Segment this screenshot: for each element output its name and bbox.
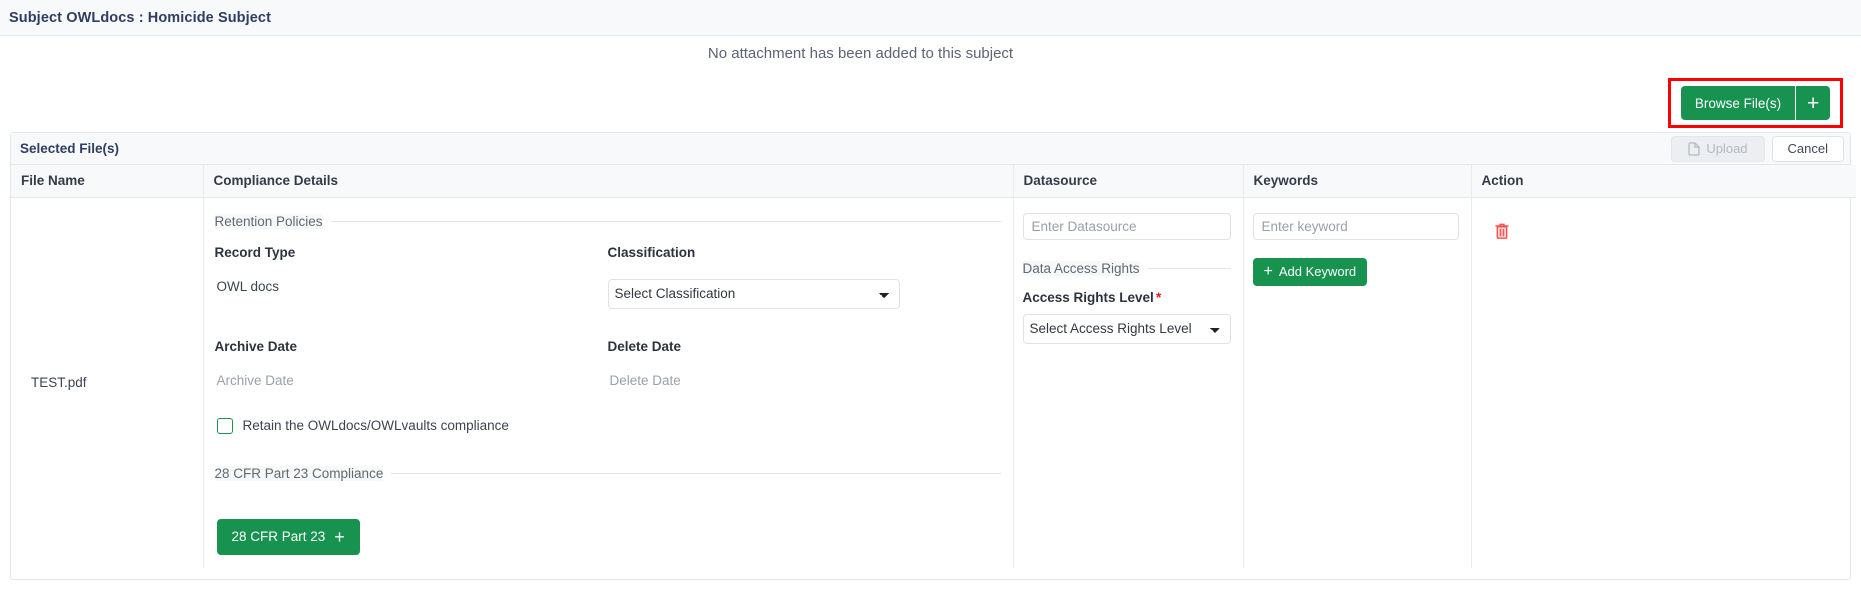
- file-name-text: TEST.pdf: [31, 375, 87, 390]
- plus-icon: +: [1263, 262, 1273, 280]
- selected-files-panel-header: Selected File(s) Upload Cancel: [11, 133, 1850, 165]
- delete-date-input[interactable]: Delete Date: [608, 373, 1001, 388]
- record-type-field: Record Type OWL docs: [215, 245, 608, 309]
- browse-plus-icon[interactable]: +: [1796, 86, 1831, 120]
- page-title: Subject OWLdocs : Homicide Subject: [9, 9, 272, 26]
- plus-icon: +: [334, 526, 345, 547]
- record-type-label: Record Type: [214, 244, 296, 260]
- column-header-compliance-details: Compliance Details: [203, 165, 1014, 198]
- archive-date-input[interactable]: Archive Date: [215, 373, 608, 388]
- selected-files-panel: Selected File(s) Upload Cancel File Name…: [10, 132, 1856, 580]
- record-type-value: OWL docs: [216, 278, 280, 294]
- column-header-file-name: File Name: [11, 165, 204, 198]
- retain-compliance-row: Retain the OWLdocs/OWLvaults compliance: [216, 417, 1001, 434]
- data-access-rights-legend-text: Data Access Rights: [1022, 260, 1140, 276]
- classification-field: Classification Select Classification: [607, 244, 1001, 309]
- datasource-input[interactable]: [1022, 212, 1231, 240]
- archive-date-field: Archive Date Archive Date: [215, 339, 608, 388]
- retention-policies-legend: Retention Policies: [214, 213, 1001, 229]
- access-rights-level-label-text: Access Rights Level: [1022, 289, 1154, 305]
- table-header-row: File Name Compliance Details Datasource …: [11, 165, 1856, 198]
- column-header-action: Action: [1471, 165, 1856, 198]
- legend-divider: [330, 220, 1001, 222]
- archive-delete-date-grid: Archive Date Archive Date Delete Date De…: [215, 339, 1001, 388]
- classification-label: Classification: [607, 244, 696, 260]
- browse-row: Browse File(s) +: [0, 70, 1861, 132]
- selected-files-title: Selected File(s): [20, 141, 120, 156]
- browse-files-button[interactable]: Browse File(s): [1680, 86, 1797, 120]
- record-type-classification-grid: Record Type OWL docs Classification Sele…: [215, 245, 1001, 309]
- retain-compliance-checkbox[interactable]: [216, 417, 233, 434]
- selected-files-table: File Name Compliance Details Datasource …: [11, 165, 1856, 568]
- file-icon: [1688, 141, 1700, 156]
- cell-datasource: Data Access Rights Access Rights Level* …: [1013, 197, 1244, 568]
- cell-compliance-details: Retention Policies Record Type OWL docs …: [203, 197, 1014, 568]
- delete-date-label: Delete Date: [607, 338, 682, 354]
- archive-date-label: Archive Date: [214, 338, 298, 354]
- access-rights-level-label: Access Rights Level *: [1023, 289, 1231, 305]
- retain-compliance-label: Retain the OWLdocs/OWLvaults compliance: [242, 418, 509, 433]
- browse-button-group[interactable]: Browse File(s) +: [1680, 86, 1831, 120]
- cfr-compliance-legend-text: 28 CFR Part 23 Compliance: [214, 465, 384, 481]
- keywords-group: + Add Keyword: [1244, 198, 1471, 286]
- attachment-notice-text: No attachment has been added to this sub…: [707, 44, 1014, 62]
- keyword-input[interactable]: [1252, 212, 1459, 240]
- delete-date-field: Delete Date Delete Date: [608, 339, 1001, 388]
- table-body: TEST.pdf Retention Policies Record Type …: [11, 197, 1856, 568]
- retention-policies-legend-text: Retention Policies: [214, 213, 323, 229]
- action-group: [1472, 198, 1857, 240]
- upload-button[interactable]: Upload: [1671, 135, 1765, 162]
- compliance-details-group: Retention Policies Record Type OWL docs …: [204, 198, 1013, 555]
- cancel-button[interactable]: Cancel: [1771, 135, 1844, 162]
- legend-divider: [1147, 267, 1231, 269]
- subject-header-bar: Subject OWLdocs : Homicide Subject: [0, 0, 1861, 36]
- browse-highlight-box: Browse File(s) +: [1668, 78, 1843, 128]
- add-keyword-button[interactable]: + Add Keyword: [1252, 257, 1368, 286]
- page-root: Subject OWLdocs : Homicide Subject No at…: [0, 0, 1861, 601]
- add-keyword-button-label: Add Keyword: [1278, 264, 1357, 279]
- data-access-rights-legend: Data Access Rights: [1022, 260, 1231, 276]
- access-rights-level-select[interactable]: Select Access Rights Level: [1022, 313, 1231, 344]
- panel-actions: Upload Cancel: [1671, 135, 1844, 162]
- table-header: File Name Compliance Details Datasource …: [11, 165, 1856, 198]
- attachment-notice-row: No attachment has been added to this sub…: [0, 36, 1861, 70]
- table-row: TEST.pdf Retention Policies Record Type …: [11, 197, 1856, 568]
- column-header-keywords: Keywords: [1243, 165, 1472, 198]
- classification-select[interactable]: Select Classification: [607, 278, 900, 309]
- required-asterisk: *: [1155, 288, 1162, 305]
- trash-icon[interactable]: [1494, 222, 1510, 240]
- cfr-compliance-legend: 28 CFR Part 23 Compliance: [214, 465, 1001, 481]
- upload-button-label: Upload: [1706, 141, 1748, 156]
- cell-file-name: TEST.pdf: [11, 197, 204, 568]
- cfr-part-23-button-label: 28 CFR Part 23: [231, 529, 326, 544]
- cell-keywords: + Add Keyword: [1243, 197, 1472, 568]
- column-header-datasource: Datasource: [1013, 165, 1244, 198]
- cfr-part-23-button[interactable]: 28 CFR Part 23 +: [216, 518, 360, 555]
- cell-action: [1471, 197, 1856, 568]
- datasource-group: Data Access Rights Access Rights Level* …: [1014, 198, 1243, 344]
- legend-divider: [391, 472, 1001, 474]
